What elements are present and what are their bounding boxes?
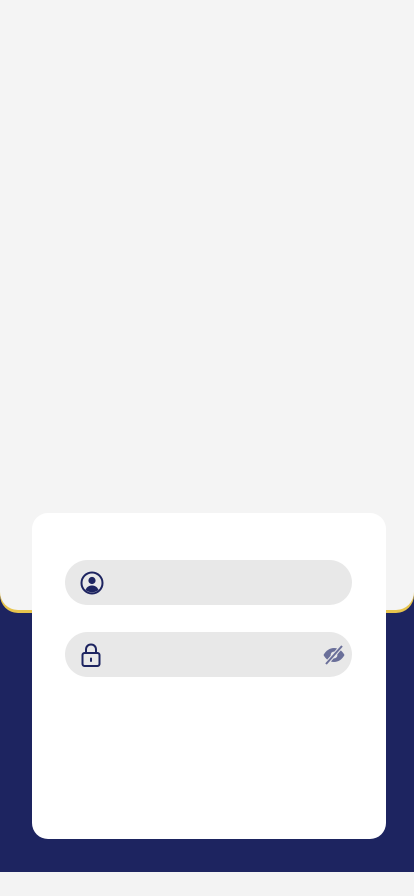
password-field[interactable] [65, 632, 352, 677]
eye-off-icon[interactable] [322, 642, 346, 668]
username-input[interactable] [105, 560, 352, 605]
user-circle-icon [79, 570, 105, 596]
lock-icon [79, 642, 103, 668]
bottom-strip [0, 872, 414, 896]
login-card [32, 513, 386, 839]
username-field[interactable] [65, 560, 352, 605]
password-input[interactable] [103, 632, 322, 677]
